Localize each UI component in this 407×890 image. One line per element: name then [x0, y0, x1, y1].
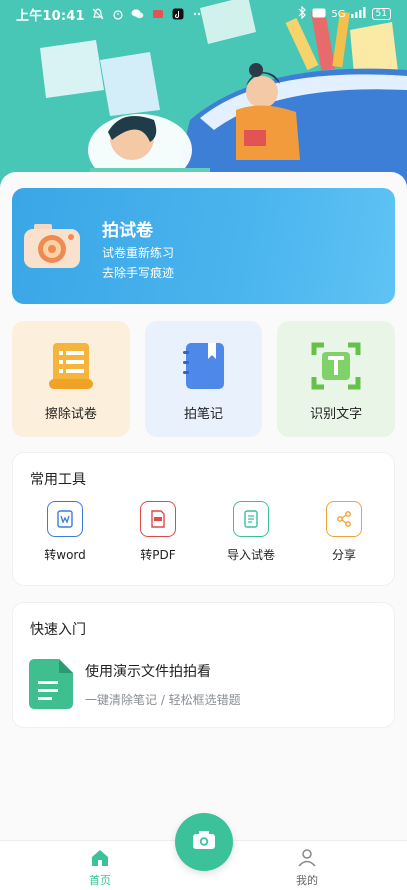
nav-mine[interactable]: 我的 [277, 849, 337, 888]
scroll-icon [45, 341, 97, 391]
quick-start-card: 快速入门 使用演示文件拍拍看 一键清除笔记 / 轻松框选错题 [12, 602, 395, 728]
banner-subtitle-1: 试卷重新练习 [102, 246, 175, 260]
tool-label-word: 转word [44, 548, 86, 562]
import-paper-icon [233, 501, 269, 537]
feature-tiles: 擦除试卷 拍笔记 识别文字 [12, 321, 396, 437]
status-time: 上午10:41 [16, 8, 85, 24]
tile-text-recognition[interactable]: 识别文字 [277, 321, 396, 437]
camera-fab-button[interactable] [175, 813, 233, 871]
alarm-icon [111, 7, 125, 21]
tool-label-import: 导入试卷 [226, 548, 275, 562]
more-dots-icon [191, 7, 205, 21]
home-icon [90, 850, 110, 870]
hd-icon [312, 8, 326, 21]
tool-label-share: 分享 [331, 548, 356, 562]
camera-icon [192, 830, 216, 854]
tile-label-ocr: 识别文字 [310, 407, 363, 422]
banner-title: 拍试卷 [102, 221, 153, 241]
word-icon [47, 501, 83, 537]
tile-label-erase: 擦除试卷 [44, 407, 97, 422]
hero-illustration [0, 0, 407, 200]
quick-item-title[interactable]: 使用演示文件拍拍看 [85, 661, 211, 681]
common-tools-card: 常用工具 转word 转PDF 导入试卷 分享 [12, 452, 395, 586]
section-title-quick: 快速入门 [30, 622, 86, 638]
status-bar: 上午10:41 5G 51 [0, 0, 407, 28]
nav-mine-label: 我的 [296, 874, 318, 887]
profile-icon [297, 849, 317, 870]
tile-label-notes: 拍笔记 [184, 407, 224, 422]
banner-subtitle-2: 去除手写痕迹 [102, 266, 175, 280]
section-title-tools: 常用工具 [30, 472, 86, 488]
text-scan-icon [310, 341, 362, 391]
pdf-icon [140, 501, 176, 537]
app-icon [151, 7, 165, 21]
tool-label-pdf: 转PDF [140, 548, 176, 562]
tiktok-icon [171, 7, 185, 21]
tool-to-word[interactable]: 转word [25, 501, 105, 563]
document-icon [29, 659, 73, 709]
nav-home[interactable]: 首页 [70, 849, 130, 888]
camera-icon [24, 224, 80, 268]
photo-paper-banner[interactable]: 拍试卷 试卷重新练习 去除手写痕迹 [12, 188, 395, 304]
wechat-icon [131, 7, 145, 21]
nav-home-label: 首页 [89, 874, 111, 887]
quick-item-subtitle: 一键清除笔记 / 轻松框选错题 [85, 693, 241, 707]
mute-bell-icon [91, 7, 105, 21]
share-icon [326, 501, 362, 537]
signal-icon [350, 7, 367, 21]
network-label: 5G [331, 8, 346, 20]
tile-erase-paper[interactable]: 擦除试卷 [12, 321, 130, 437]
tool-import-paper[interactable]: 导入试卷 [211, 501, 291, 563]
tool-to-pdf[interactable]: 转PDF [118, 501, 198, 563]
tile-photo-notes[interactable]: 拍笔记 [144, 321, 263, 437]
bluetooth-icon [298, 5, 307, 22]
notebook-icon [178, 341, 230, 391]
tool-share[interactable]: 分享 [304, 501, 384, 563]
battery-icon: 51 [371, 8, 391, 20]
